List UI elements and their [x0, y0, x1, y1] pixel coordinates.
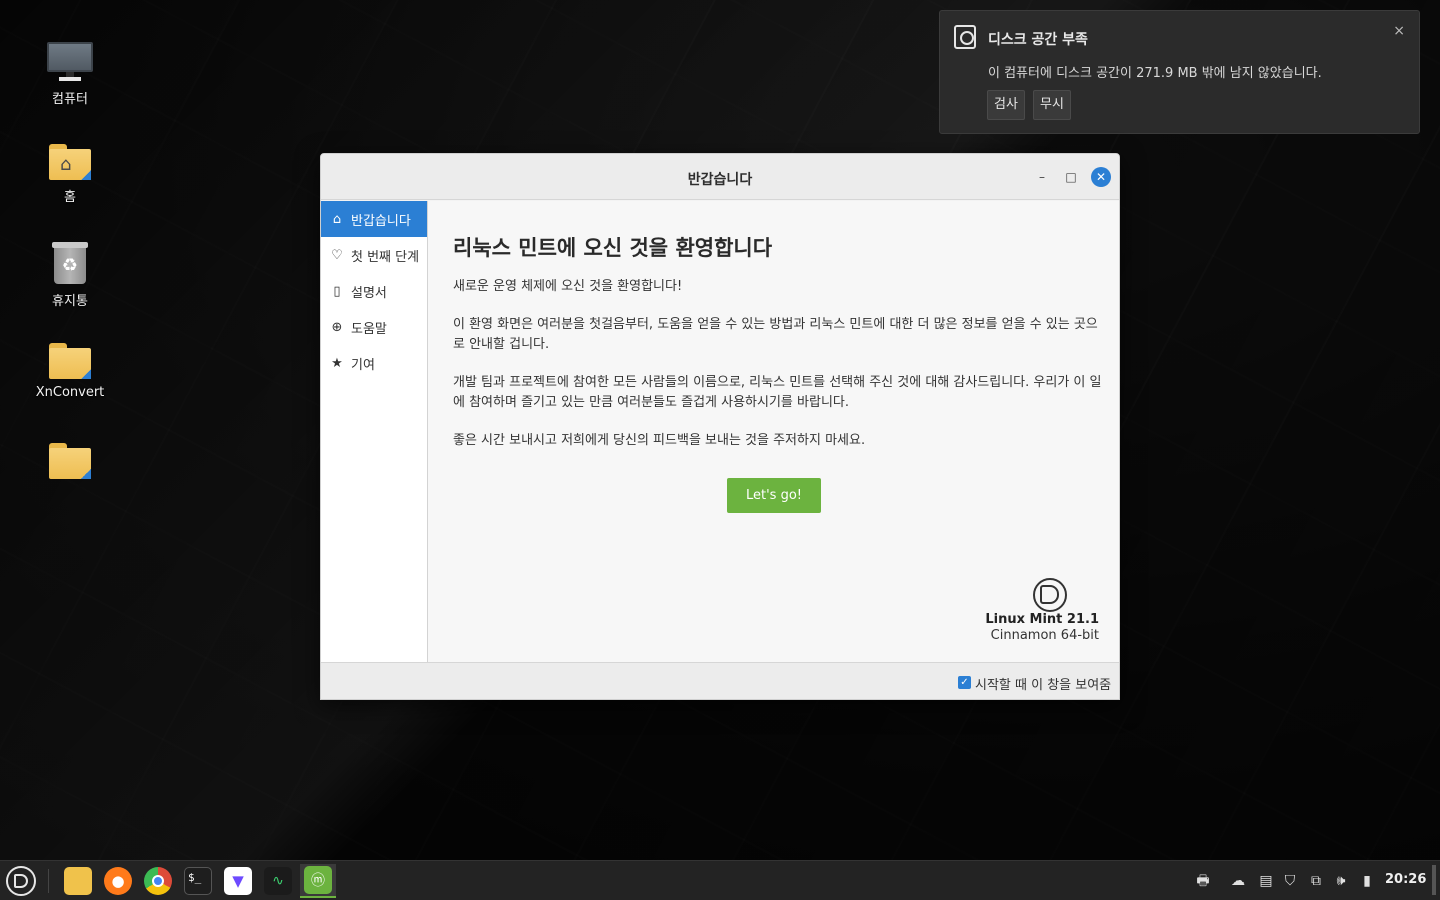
desktop-icon-label: 컴퓨터 [52, 92, 88, 107]
trash-icon: ♻ [52, 242, 88, 284]
desktop-icon-folder[interactable] [20, 443, 120, 485]
taskbar-app-chrome[interactable] [142, 864, 174, 898]
linux-mint-logo-icon [1033, 578, 1067, 612]
notification-title: 디스크 공간 부족 [988, 32, 1088, 48]
sidebar-item-first-steps[interactable]: ♡ 첫 번째 단계 [321, 237, 427, 273]
folder-icon [64, 867, 92, 895]
window-title: 반갑습니다 [687, 172, 753, 188]
sidebar: ⌂ 반갑습니다 ♡ 첫 번째 단계 ▯ 설명서 ⊕ 도움말 ★ 기여 [321, 201, 428, 662]
low-disk-notification: 디스크 공간 부족 × 이 컴퓨터에 디스크 공간이 271.9 MB 밖에 남… [939, 10, 1420, 134]
window-footer: ✓ 시작할 때 이 창을 보여줌 [321, 662, 1119, 699]
lightbulb-icon: ♡ [331, 247, 343, 263]
welcome-paragraph: 좋은 시간 보내시고 저희에게 당신의 피드백을 보내는 것을 주저하지 마세요… [453, 433, 866, 448]
window-titlebar[interactable]: 반갑습니다 – □ ✕ [321, 154, 1119, 200]
ignore-button[interactable]: 무시 [1033, 90, 1071, 120]
shield-icon[interactable]: ⛉ [1280, 871, 1300, 891]
desktop-icon-xnconvert[interactable]: XnConvert [20, 343, 120, 400]
vpn-icon: ▼ [224, 867, 252, 895]
sidebar-item-label: 도움말 [351, 321, 387, 337]
welcome-window: 반갑습니다 – □ ✕ ⌂ 반갑습니다 ♡ 첫 번째 단계 ▯ 설명서 ⊕ 도움… [320, 153, 1120, 700]
desktop-icon-trash[interactable]: ♻ 휴지통 [20, 242, 120, 309]
volume-icon[interactable]: 🕪 [1331, 871, 1351, 891]
terminal-icon: $_ [184, 867, 212, 895]
page-title: 리눅스 민트에 오신 것을 환영합니다 [453, 236, 773, 260]
firefox-icon: ● [104, 867, 132, 895]
mint-menu-icon [6, 866, 36, 896]
star-icon: ★ [331, 355, 343, 371]
mint-menu-button[interactable] [4, 865, 38, 897]
sidebar-item-help[interactable]: ⊕ 도움말 [321, 309, 427, 345]
mint-icon: ⓜ [304, 866, 332, 894]
chrome-icon [144, 867, 172, 895]
sidebar-item-welcome[interactable]: ⌂ 반갑습니다 [321, 201, 427, 237]
welcome-paragraph: 이 환영 화면은 여러분을 첫걸음부터, 도움을 얻을 수 있는 방법과 리눅스… [453, 317, 1098, 352]
printer-icon[interactable]: 🖶 [1193, 871, 1213, 891]
sidebar-item-label: 기여 [351, 357, 375, 373]
version-name: Linux Mint 21.1 [985, 612, 1099, 627]
taskbar-separator [48, 869, 49, 893]
taskbar-app-files[interactable] [62, 864, 94, 898]
welcome-content: 리눅스 민트에 오신 것을 환영합니다 새로운 운영 체제에 오신 것을 환영합… [428, 201, 1119, 662]
edition-name: Cinnamon 64-bit [990, 628, 1099, 643]
battery-icon[interactable]: ▮ [1357, 871, 1377, 891]
home-folder-icon: ⌂ [49, 144, 91, 180]
sidebar-item-documentation[interactable]: ▯ 설명서 [321, 273, 427, 309]
show-on-startup-label[interactable]: 시작할 때 이 창을 보여줌 [975, 674, 1111, 693]
close-icon[interactable]: × [1393, 23, 1405, 39]
network-icon[interactable]: ⧉ [1306, 871, 1326, 891]
sidebar-item-label: 첫 번째 단계 [351, 249, 420, 265]
version-info: Linux Mint 21.1 Cinnamon 64-bit [985, 612, 1099, 644]
taskbar-app-system-monitor[interactable]: ∿ [262, 864, 294, 898]
notification-body: 이 컴퓨터에 디스크 공간이 271.9 MB 밖에 남지 않았습니다. [988, 66, 1322, 81]
folder-icon [49, 443, 91, 479]
monitor-graph-icon: ∿ [264, 867, 292, 895]
desktop-icon-computer[interactable]: 컴퓨터 [20, 42, 120, 107]
lets-go-button[interactable]: Let's go! [727, 478, 821, 513]
disk-icon [954, 25, 976, 49]
show-on-startup-checkbox[interactable]: ✓ [958, 676, 971, 689]
computer-icon [47, 42, 93, 82]
taskbar-app-proton-vpn[interactable]: ▼ [222, 864, 254, 898]
welcome-paragraph: 새로운 운영 체제에 오신 것을 환영합니다! [453, 279, 683, 294]
sidebar-item-label: 반갑습니다 [351, 213, 411, 229]
clipboard-icon[interactable]: ▤ [1256, 871, 1276, 891]
close-button[interactable]: ✕ [1091, 167, 1111, 187]
desktop-icon-label: 홈 [64, 190, 76, 205]
desktop-icon-label: XnConvert [35, 385, 105, 400]
cloud-icon[interactable]: ☁ [1226, 871, 1250, 891]
welcome-paragraph: 개발 팀과 프로젝트에 참여한 모든 사람들의 이름으로, 리눅스 민트를 선택… [453, 375, 1102, 410]
examine-button[interactable]: 검사 [987, 90, 1025, 120]
book-icon: ▯ [333, 283, 341, 299]
minimize-button[interactable]: – [1032, 167, 1052, 187]
taskbar-app-mint-welcome[interactable]: ⓜ [300, 864, 336, 898]
show-desktop-button[interactable] [1432, 865, 1436, 895]
taskbar-app-terminal[interactable]: $_ [182, 864, 214, 898]
maximize-button[interactable]: □ [1061, 167, 1081, 187]
desktop-icon-home[interactable]: ⌂ 홈 [20, 144, 120, 205]
lifebuoy-icon: ⊕ [331, 319, 343, 335]
sidebar-item-contribute[interactable]: ★ 기여 [321, 345, 427, 381]
taskbar: ● $_ ▼ ∿ ⓜ 🖶 ☁ ▤ ⛉ ⧉ 🕪 ▮ 20:26 [0, 860, 1440, 900]
home-icon: ⌂ [332, 211, 342, 227]
sidebar-item-label: 설명서 [351, 285, 387, 301]
desktop-icon-label: 휴지통 [52, 294, 88, 309]
clock[interactable]: 20:26 [1385, 872, 1426, 887]
taskbar-app-firefox[interactable]: ● [102, 864, 134, 898]
folder-icon [49, 343, 91, 379]
